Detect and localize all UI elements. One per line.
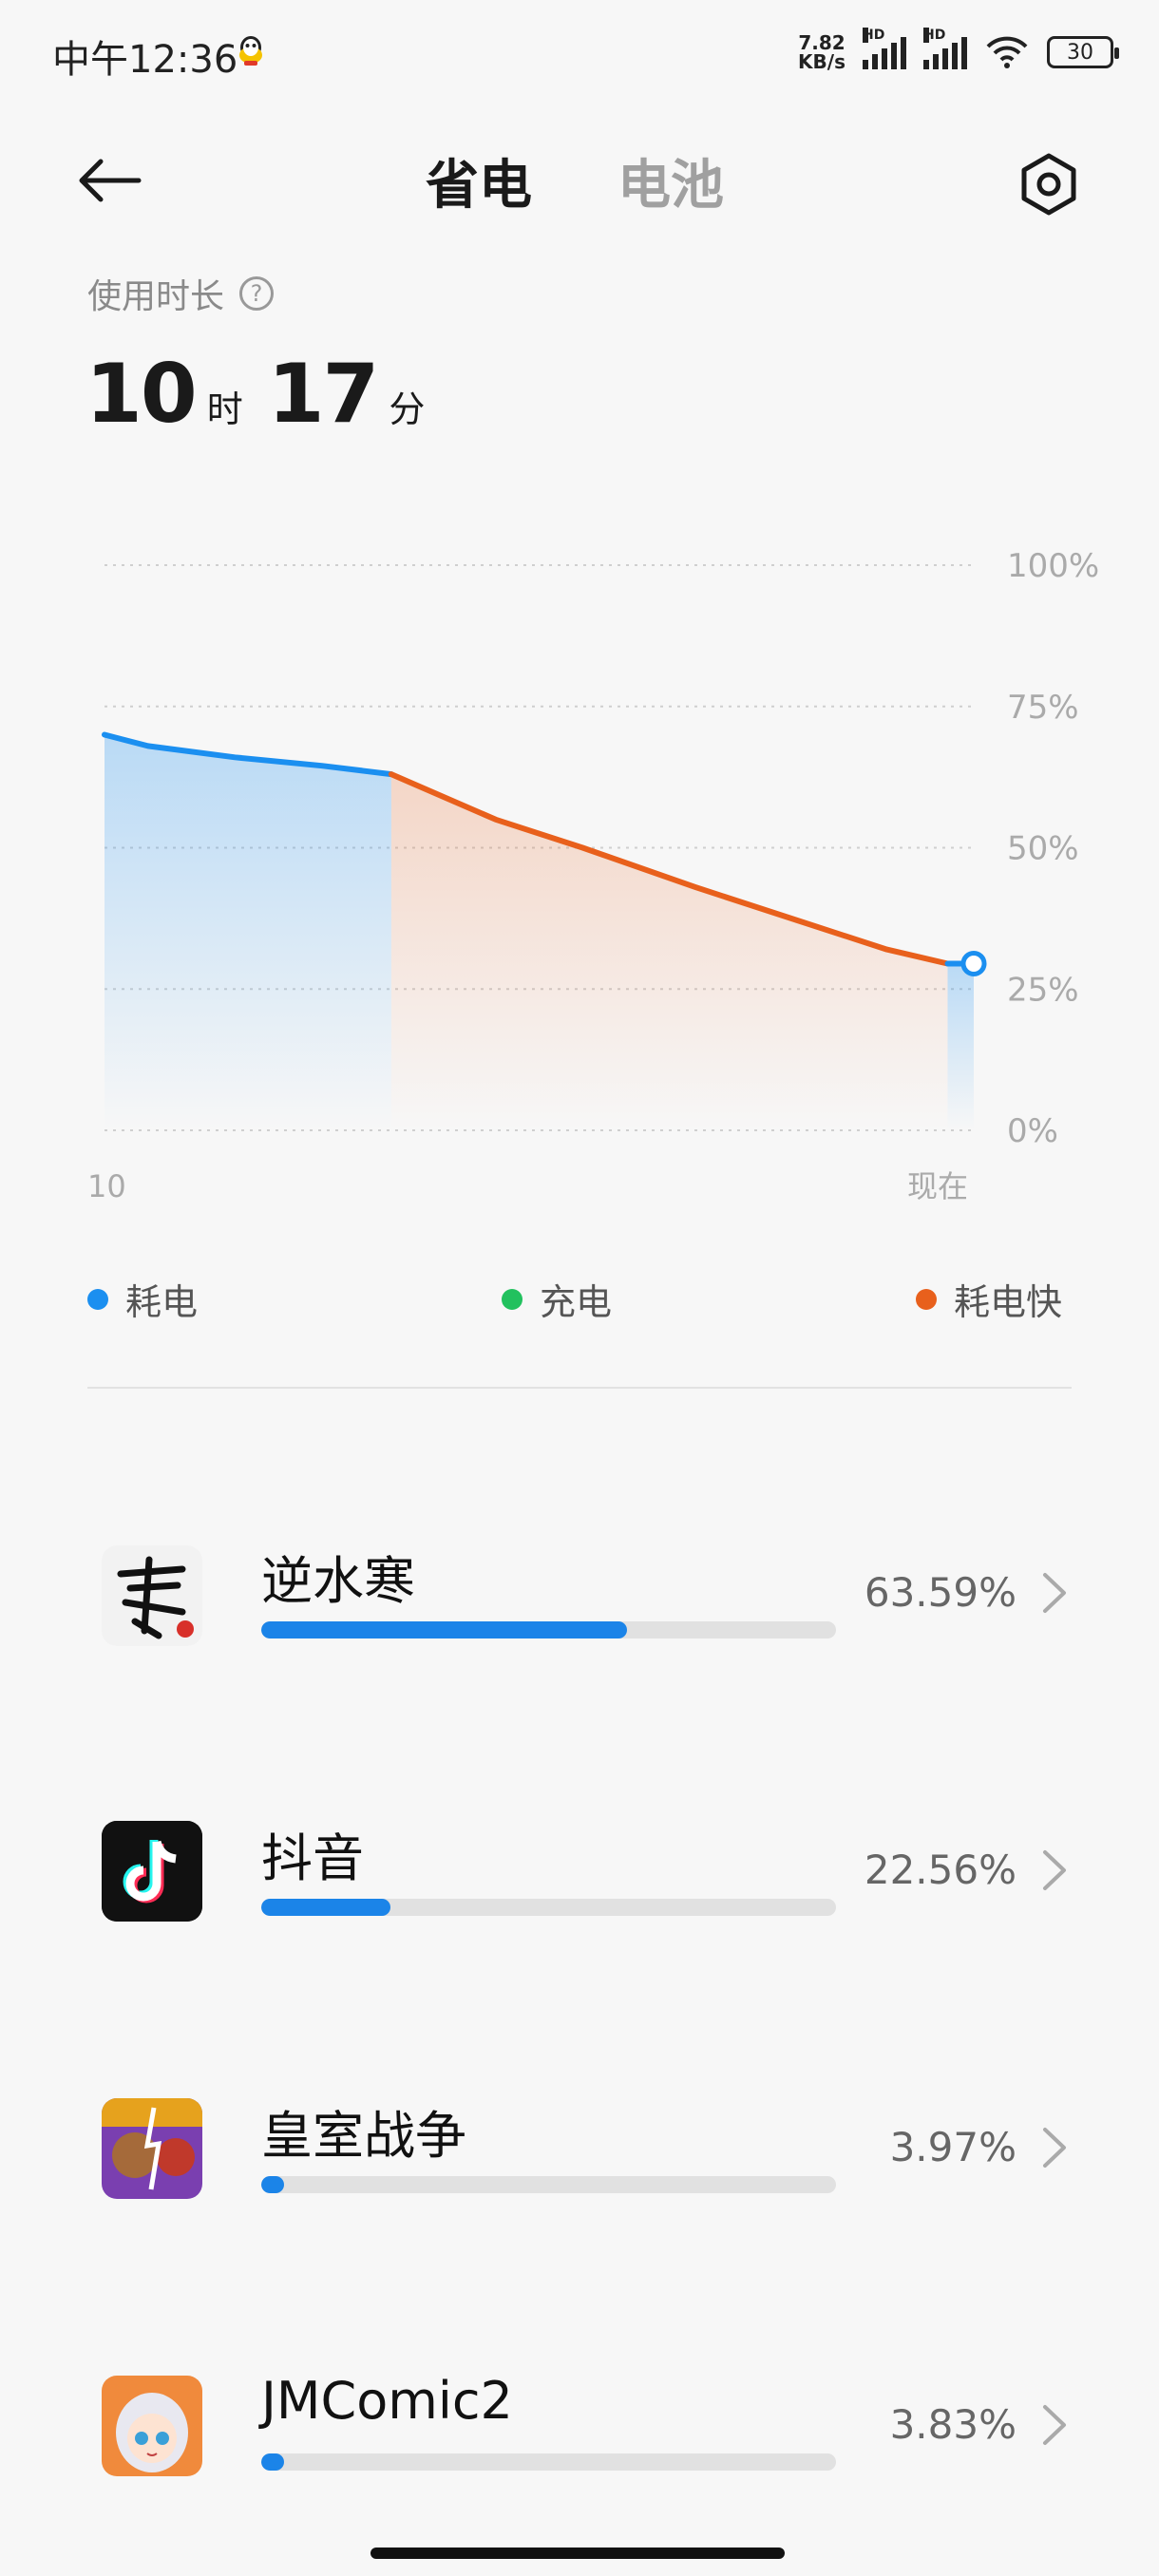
home-indicator[interactable] [370, 2548, 785, 2559]
app-row-clash-royale[interactable]: 皇室战争 3.97% [0, 2055, 1159, 2245]
legend-fast-discharge: 耗电快 [916, 1273, 1062, 1325]
app-percent: 3.97% [889, 2124, 1016, 2170]
tab-power-saving[interactable]: 省电 [426, 142, 532, 219]
network-speed: 7.82 KB/s [798, 31, 846, 73]
chevron-right-icon [1043, 2128, 1066, 2168]
usage-bar [261, 1621, 836, 1638]
help-icon[interactable]: ? [239, 276, 275, 311]
series-area [390, 774, 948, 1130]
app-name: 逆水寒 [261, 1551, 415, 1611]
series-area [947, 963, 974, 1130]
series-area [104, 734, 391, 1130]
divider [87, 1387, 1072, 1389]
app-percent: 22.56% [864, 1847, 1016, 1893]
current-point-marker [960, 950, 987, 976]
clash-royale-app-icon [102, 2098, 202, 2199]
legend-dot [502, 1288, 522, 1310]
battery-indicator: 30 [1047, 36, 1119, 68]
usage-bar [261, 2176, 836, 2193]
tab-battery[interactable]: 电池 [618, 142, 724, 219]
chevron-right-icon [1043, 1850, 1066, 1890]
legend-dot [916, 1288, 937, 1310]
app-name: JMComic2 [261, 2371, 513, 2431]
legend-charging: 充电 [502, 1273, 612, 1325]
usage-bar [261, 2453, 836, 2471]
hours-unit: 时 [206, 388, 243, 430]
usage-bar-fill [261, 1899, 391, 1916]
y-tick-label: 75% [1007, 689, 1079, 727]
x-tick-label: 现在 [907, 1168, 968, 1204]
y-tick-label: 100% [1007, 547, 1099, 585]
app-percent: 63.59% [864, 1569, 1016, 1616]
signal-icon-sim1: HD [863, 28, 906, 69]
legend-dot [87, 1288, 108, 1310]
chevron-right-icon [1043, 1573, 1066, 1613]
usage-bar [261, 1899, 836, 1916]
chevron-right-icon [1043, 2405, 1066, 2445]
usage-duration-label: 使用时长 ? [87, 269, 275, 318]
app-name: 抖音 [261, 1828, 364, 1888]
app-percent: 3.83% [889, 2401, 1016, 2448]
y-tick-label: 0% [1007, 1112, 1058, 1150]
jmcomic2-app-icon [102, 2376, 202, 2476]
minutes-unit: 分 [389, 388, 426, 430]
settings-button[interactable] [1016, 152, 1081, 217]
nishuihan-app-icon [102, 1545, 202, 1646]
usage-duration: 10 时 17 分 [86, 347, 438, 442]
gear-icon [1021, 153, 1076, 216]
qq-notification-icon [239, 36, 262, 66]
battery-level-chart: 100% 75% 50% 25% 0% 10 现在 [87, 547, 1099, 1204]
app-row-douyin[interactable]: 抖音 22.56% [0, 1778, 1159, 1968]
usage-bar-fill [261, 2453, 285, 2471]
status-icons: 7.82 KB/s HD HD 30 [798, 28, 1119, 76]
hours-value: 10 [86, 347, 198, 442]
back-button[interactable] [76, 147, 162, 214]
app-name: 皇室战争 [261, 2106, 466, 2166]
usage-bar-fill [261, 2176, 285, 2193]
app-row-nishuihan[interactable]: 逆水寒 63.59% [0, 1501, 1159, 1691]
douyin-app-icon [102, 1821, 202, 1922]
minutes-value: 17 [267, 347, 380, 442]
x-tick-label: 10 [87, 1168, 126, 1204]
y-tick-label: 25% [1007, 971, 1079, 1009]
back-arrow-icon [79, 159, 142, 202]
signal-icon-sim2: HD [923, 28, 967, 69]
usage-bar-fill [261, 1621, 627, 1638]
y-tick-label: 50% [1007, 830, 1079, 868]
legend-discharge: 耗电 [87, 1273, 198, 1325]
wifi-icon [986, 36, 1028, 68]
app-row-jmcomic2[interactable]: JMComic2 3.83% [0, 2333, 1159, 2523]
status-time: 中午12:36 [52, 38, 238, 82]
